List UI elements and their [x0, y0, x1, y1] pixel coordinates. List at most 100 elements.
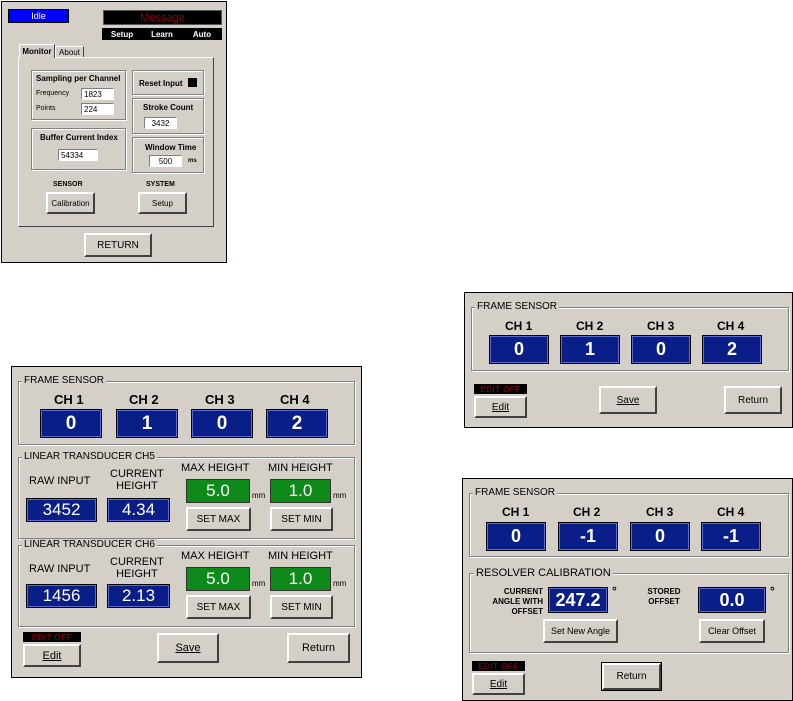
- points-label: Points: [36, 105, 56, 112]
- ch2-value: 1: [116, 409, 178, 438]
- max-height-label: MAX HEIGHT: [181, 550, 250, 562]
- min-height-unit: mm: [333, 579, 347, 588]
- ch4-value: -1: [701, 522, 761, 551]
- set-max-button[interactable]: SET MAX: [186, 595, 251, 619]
- monitor-window: Idle Message Setup Learn Auto Monitor Ab…: [1, 1, 227, 263]
- ch4-label: CH 4: [717, 505, 745, 519]
- clear-offset-button[interactable]: Clear Offset: [699, 619, 765, 643]
- min-height-label: MIN HEIGHT: [268, 462, 333, 474]
- edit-button[interactable]: Edit: [23, 644, 81, 667]
- set-min-button[interactable]: SET MIN: [270, 595, 333, 619]
- edit-button-label: Edit: [491, 401, 510, 413]
- edit-status-indicator: EDIT OFF: [23, 632, 81, 642]
- raw-input-label: RAW INPUT: [29, 563, 91, 575]
- return-button[interactable]: Return: [287, 633, 350, 663]
- stored-label-line2: OFFSET: [648, 597, 680, 606]
- points-field[interactable]: 224: [81, 103, 114, 115]
- max-height-value: 5.0: [186, 479, 250, 503]
- ch1-value: 0: [486, 522, 546, 551]
- learn-top-button[interactable]: Learn: [142, 28, 182, 40]
- frame-sensor-title: FRAME SENSOR: [473, 487, 558, 498]
- transducer-ch5-title: LINEAR TRANSDUCER CH5: [22, 451, 157, 462]
- calibration-button[interactable]: Calibration: [46, 192, 95, 214]
- current-label-line1: CURRENT: [110, 468, 164, 480]
- current-label-line2: HEIGHT: [116, 480, 158, 492]
- current-angle-degree: °: [612, 584, 617, 598]
- sampling-title: Sampling per Channel: [36, 74, 121, 83]
- save-button[interactable]: Save: [157, 633, 219, 663]
- min-height-label: MIN HEIGHT: [268, 550, 333, 562]
- transducer-window: FRAME SENSOR CH 1 CH 2 CH 3 CH 4 0 1 0 2…: [11, 366, 362, 678]
- stored-offset-label: STORED OFFSET: [643, 587, 685, 607]
- ch4-label: CH 4: [717, 319, 745, 333]
- frame-sensor-window: FRAME SENSOR CH 1 CH 2 CH 3 CH 4 0 1 0 2…: [464, 292, 793, 428]
- current-height-label: CURRENT HEIGHT: [110, 556, 164, 580]
- buffer-label: Buffer Current Index: [40, 133, 118, 142]
- raw-input-value: 1456: [26, 584, 97, 608]
- current-label-line2: ANGLE WITH: [492, 597, 543, 606]
- min-height-value: 1.0: [270, 567, 331, 591]
- return-button[interactable]: Return: [601, 662, 662, 691]
- setup-button[interactable]: Setup: [138, 192, 187, 214]
- window-time-unit: ms: [188, 158, 197, 164]
- ch1-label: CH 1: [505, 319, 533, 333]
- stored-offset-value: 0.0: [698, 587, 766, 613]
- max-height-label: MAX HEIGHT: [181, 462, 250, 474]
- current-height-label: CURRENT HEIGHT: [110, 468, 164, 492]
- buffer-field[interactable]: 54334: [58, 149, 98, 161]
- status-indicator: Idle: [8, 9, 69, 23]
- auto-top-button[interactable]: Auto: [182, 28, 222, 40]
- stored-offset-degree: °: [770, 584, 775, 598]
- save-button-label: Save: [616, 394, 640, 406]
- reset-input-indicator[interactable]: [188, 78, 197, 87]
- ch3-value: 0: [191, 409, 253, 438]
- ch2-label: CH 2: [576, 319, 604, 333]
- window-time-field[interactable]: 500: [149, 155, 182, 167]
- current-angle-value: 247.2: [548, 587, 608, 613]
- current-label-line1: CURRENT: [110, 556, 164, 568]
- save-button-label: Save: [175, 642, 201, 654]
- set-min-button[interactable]: SET MIN: [270, 507, 333, 531]
- return-button[interactable]: RETURN: [84, 233, 152, 257]
- min-height-value: 1.0: [270, 479, 331, 503]
- return-button[interactable]: Return: [724, 386, 782, 414]
- ch2-value: -1: [558, 522, 618, 551]
- set-new-angle-button[interactable]: Set New Angle: [543, 619, 618, 643]
- edit-button[interactable]: Edit: [474, 396, 527, 418]
- current-height-value: 4.34: [107, 498, 170, 522]
- system-label: SYSTEM: [146, 181, 175, 188]
- current-label-line3: OFFSET: [511, 607, 543, 616]
- ch3-label: CH 3: [647, 319, 675, 333]
- min-height-unit: mm: [333, 491, 347, 500]
- edit-status-indicator: EDIT OFF: [472, 661, 525, 671]
- message-display: Message: [103, 10, 222, 25]
- edit-button[interactable]: Edit: [472, 673, 525, 695]
- max-height-value: 5.0: [186, 567, 250, 591]
- stroke-count-label: Stroke Count: [143, 103, 194, 112]
- ch4-value: 2: [702, 335, 762, 364]
- reset-input-label: Reset Input: [139, 79, 183, 88]
- ch3-label: CH 3: [205, 392, 235, 407]
- stroke-count-field[interactable]: 3432: [144, 117, 177, 129]
- ch1-value: 0: [489, 335, 549, 364]
- sensor-label: SENSOR: [53, 181, 83, 188]
- edit-button-label: Edit: [489, 678, 508, 690]
- transducer-ch6-title: LINEAR TRANSDUCER CH6: [22, 539, 157, 550]
- tab-monitor[interactable]: Monitor: [19, 44, 55, 58]
- max-height-unit: mm: [252, 491, 266, 500]
- current-height-value: 2.13: [107, 584, 170, 608]
- ch1-label: CH 1: [502, 505, 530, 519]
- frequency-field[interactable]: 1823: [81, 88, 114, 100]
- ch3-value: 0: [631, 335, 691, 364]
- frequency-label: Frequency: [36, 90, 70, 97]
- set-max-button[interactable]: SET MAX: [186, 507, 251, 531]
- raw-input-label: RAW INPUT: [29, 475, 91, 487]
- ch2-label: CH 2: [129, 392, 159, 407]
- ch2-label: CH 2: [573, 505, 601, 519]
- ch4-value: 2: [266, 409, 328, 438]
- edit-status-indicator: EDIT OFF: [474, 384, 527, 394]
- save-button[interactable]: Save: [599, 386, 657, 414]
- setup-top-button[interactable]: Setup: [102, 28, 142, 40]
- ch1-value: 0: [40, 409, 102, 438]
- current-label-line2: HEIGHT: [116, 568, 158, 580]
